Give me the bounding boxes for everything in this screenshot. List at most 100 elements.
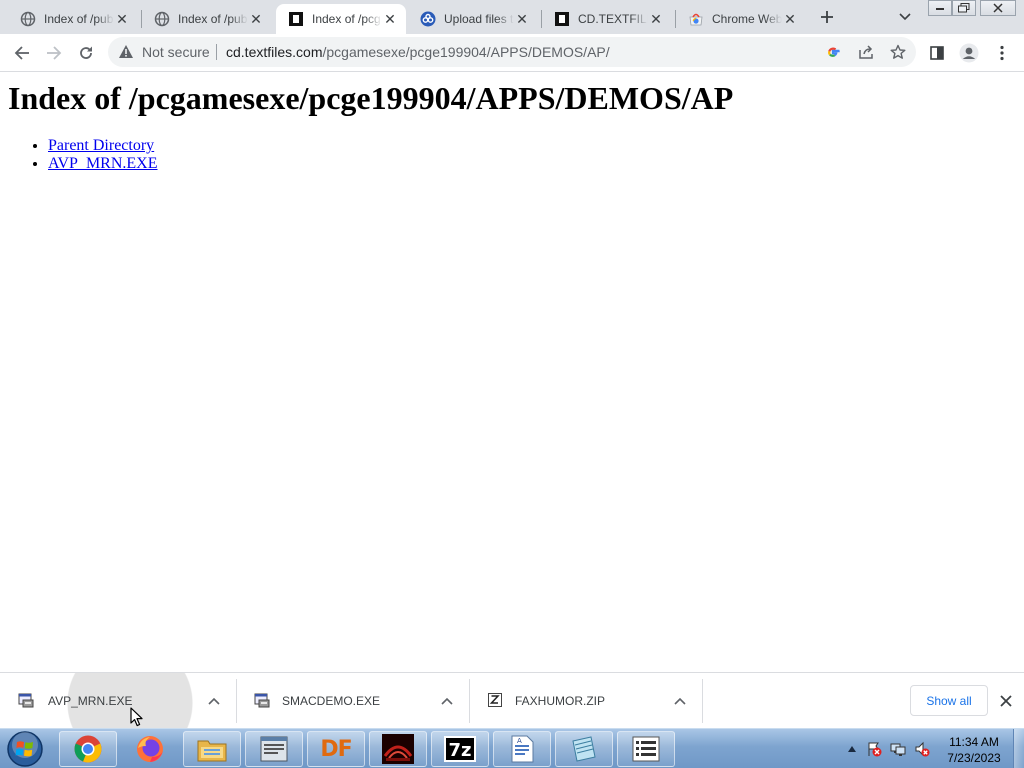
side-panel-icon	[930, 46, 944, 60]
avatar-icon	[959, 43, 979, 63]
exe-file-icon	[18, 692, 34, 708]
download-item[interactable]: AVP_MRN.EXE	[0, 673, 236, 729]
url-text[interactable]: cd.textfiles.com/pcgamesexe/pcge199904/A…	[226, 44, 610, 60]
tab-2[interactable]: Index of /pub ✕	[142, 4, 272, 34]
taskbar-notepad[interactable]	[555, 731, 613, 767]
browser-toolbar: Not secure cd.textfiles.com/pcgamesexe/p…	[0, 34, 1024, 72]
clock-date: 7/23/2023	[947, 751, 1001, 765]
directory-list: Parent Directory AVP_MRN.EXE	[8, 137, 158, 173]
zip-file-icon	[487, 692, 503, 708]
download-item[interactable]: SMACDEMO.EXE	[236, 673, 469, 729]
download-filename: AVP_MRN.EXE	[48, 694, 133, 708]
clock-time: 11:34 AM	[949, 735, 999, 749]
parent-directory-link[interactable]: Parent Directory	[48, 137, 154, 154]
reload-button[interactable]	[72, 39, 100, 67]
restore-icon	[958, 3, 970, 13]
browser-menu-button[interactable]	[988, 39, 1016, 67]
taskbar-chrome[interactable]	[59, 731, 117, 767]
tab-title: Chrome Web	[712, 12, 782, 26]
chevron-up-icon[interactable]	[672, 693, 688, 709]
divider	[702, 679, 703, 723]
download-shelf: AVP_MRN.EXE SMACDEMO.EXE FAXHUMOR.ZIP Sh…	[0, 672, 1024, 729]
tab-5[interactable]: CD.TEXTFILES ✕	[542, 4, 672, 34]
page-content: Index of /pcgamesexe/pcge199904/APPS/DEM…	[0, 72, 1024, 672]
tab-6[interactable]: Chrome Web ✕	[676, 4, 806, 34]
file-explorer-icon	[197, 740, 227, 762]
taskbar-df-app[interactable]: DF	[307, 731, 365, 767]
close-icon	[1000, 695, 1012, 707]
restore-button[interactable]	[952, 0, 976, 16]
chevron-up-icon[interactable]	[206, 693, 222, 709]
close-icon[interactable]: ✕	[382, 11, 398, 27]
tab-3-active[interactable]: Index of /pcg ✕	[276, 4, 406, 34]
show-desktop-button[interactable]	[1013, 729, 1024, 768]
system-clock[interactable]: 11:34 AM 7/23/2023	[938, 734, 1010, 766]
minimize-icon	[936, 8, 944, 10]
address-bar[interactable]: Not secure cd.textfiles.com/pcgamesexe/p…	[108, 37, 916, 67]
back-button[interactable]	[8, 39, 36, 67]
tab-search-button[interactable]	[894, 6, 916, 28]
tab-4[interactable]: Upload files t ✕	[408, 4, 538, 34]
arrow-right-icon	[47, 46, 62, 60]
list-item: AVP_MRN.EXE	[48, 155, 158, 173]
network-icon[interactable]	[890, 741, 906, 757]
download-filename: SMACDEMO.EXE	[282, 694, 381, 708]
tab-title: Index of /pub	[44, 12, 114, 26]
chevron-up-icon[interactable]	[439, 693, 455, 709]
close-icon[interactable]: ✕	[782, 11, 798, 27]
new-tab-button[interactable]	[814, 6, 840, 28]
taskbar-7zip[interactable]: 7z	[431, 731, 489, 767]
close-window-button[interactable]	[980, 0, 1016, 16]
file-link[interactable]: AVP_MRN.EXE	[48, 155, 158, 172]
document-viewer-icon	[260, 736, 288, 762]
close-icon[interactable]: ✕	[514, 11, 530, 27]
text-document-icon: A	[511, 735, 534, 763]
taskbar-racing-game[interactable]	[369, 731, 427, 767]
list-item: Parent Directory	[48, 137, 158, 155]
close-shelf-button[interactable]	[996, 691, 1016, 711]
download-item[interactable]: FAXHUMOR.ZIP	[469, 673, 702, 729]
show-all-button[interactable]: Show all	[910, 685, 988, 716]
side-panel-button[interactable]	[923, 39, 951, 67]
show-hidden-icons-button[interactable]	[844, 741, 860, 757]
textfiles-icon	[554, 11, 570, 27]
forward-button[interactable]	[40, 39, 68, 67]
taskbar-explorer[interactable]	[183, 731, 241, 767]
taskbar-list-app[interactable]	[617, 731, 675, 767]
tab-title: Index of /pcg	[312, 12, 381, 26]
warning-icon[interactable]	[118, 44, 134, 64]
close-icon[interactable]: ✕	[248, 11, 264, 27]
close-icon[interactable]: ✕	[648, 11, 664, 27]
exe-file-icon	[254, 692, 270, 708]
taskbar-document-viewer[interactable]	[245, 731, 303, 767]
google-icon[interactable]	[824, 43, 842, 61]
firefox-icon	[137, 736, 163, 762]
list-app-icon	[632, 736, 660, 762]
reload-icon	[80, 46, 92, 59]
page-title: Index of /pcgamesexe/pcge199904/APPS/DEM…	[8, 80, 734, 116]
windows-logo-icon	[7, 731, 43, 767]
notepad-icon	[572, 736, 596, 762]
share-icon[interactable]	[857, 43, 875, 61]
tab-title: Upload files t	[444, 12, 514, 26]
divider	[216, 44, 217, 60]
textfiles-icon	[288, 11, 304, 27]
minimize-button[interactable]	[928, 0, 952, 16]
profile-button[interactable]	[955, 39, 983, 67]
chevron-down-icon	[899, 13, 911, 21]
mouse-cursor-icon	[130, 707, 143, 727]
arrow-left-icon	[14, 46, 29, 60]
upload-service-icon	[420, 11, 436, 27]
volume-muted-icon[interactable]	[914, 741, 930, 757]
close-icon[interactable]: ✕	[114, 11, 130, 27]
star-icon[interactable]	[889, 43, 907, 61]
taskbar-firefox[interactable]	[121, 731, 179, 767]
globe-icon	[20, 11, 36, 27]
security-label[interactable]: Not secure	[142, 44, 210, 60]
action-center-icon[interactable]	[866, 741, 882, 757]
tab-title: CD.TEXTFILES	[578, 12, 648, 26]
start-button[interactable]	[3, 730, 47, 768]
tab-1[interactable]: Index of /pub ✕	[8, 4, 138, 34]
url-path: /pcgamesexe/pcge199904/APPS/DEMOS/AP/	[322, 44, 610, 60]
taskbar-text-document[interactable]: A	[493, 731, 551, 767]
